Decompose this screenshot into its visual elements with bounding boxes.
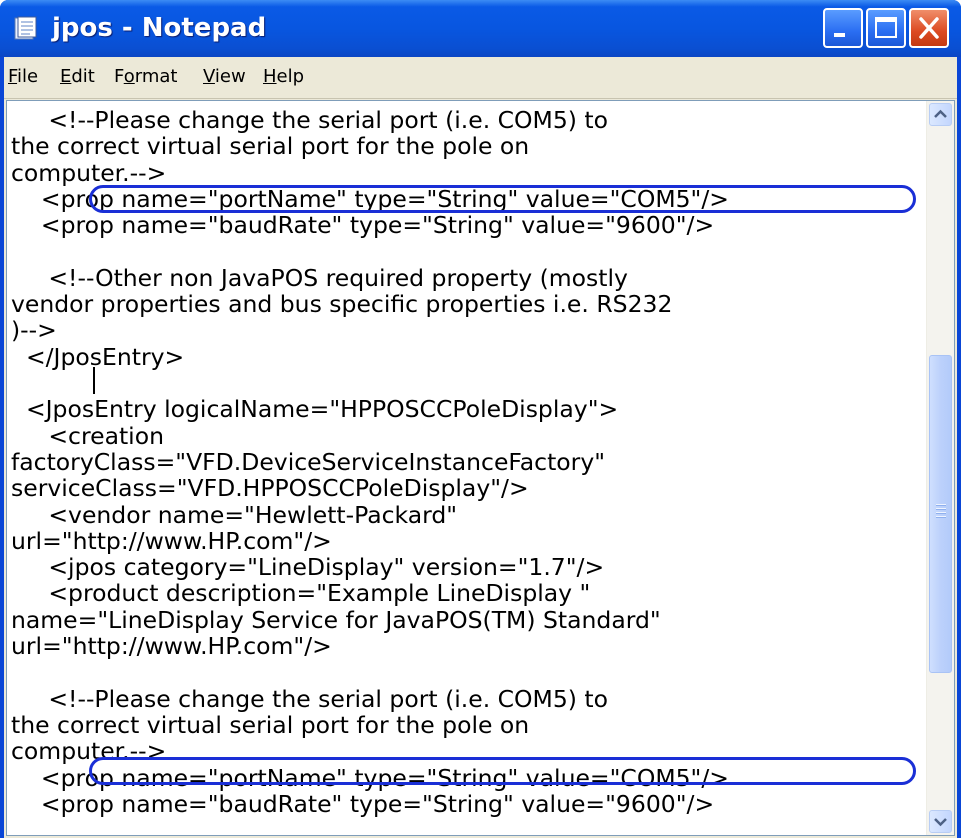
text-line: </JposEntry> bbox=[11, 343, 185, 371]
text-line: <!--Other non JavaPOS required property … bbox=[11, 264, 628, 292]
text-line: vendor properties and bus specific prope… bbox=[11, 290, 673, 318]
text-line: factoryClass="VFD.DeviceServiceInstanceF… bbox=[11, 448, 606, 476]
menu-file[interactable]: File bbox=[8, 66, 38, 88]
scroll-thumb[interactable] bbox=[929, 355, 952, 673]
text-line: the correct virtual serial port for the … bbox=[11, 711, 530, 739]
grip-line bbox=[936, 512, 946, 514]
text-line: <prop name="baudRate" type="String" valu… bbox=[11, 211, 715, 239]
menu-help[interactable]: Help bbox=[263, 66, 304, 88]
vertical-scrollbar[interactable] bbox=[926, 101, 954, 835]
text-line: )--> bbox=[11, 316, 57, 344]
highlight-ellipse-top bbox=[89, 185, 916, 213]
text-editor[interactable]: <!--Please change the serial port (i.e. … bbox=[6, 100, 955, 836]
text-line: <vendor name="Hewlett-Packard" bbox=[11, 501, 458, 529]
title-bar[interactable]: jpos - Notepad bbox=[0, 0, 961, 57]
minimize-button[interactable] bbox=[823, 8, 863, 48]
menu-edit[interactable]: Edit bbox=[60, 66, 95, 88]
text-line: <product description="Example LineDispla… bbox=[11, 579, 591, 607]
maximize-icon bbox=[875, 17, 897, 38]
text-line: the correct virtual serial port for the … bbox=[11, 132, 530, 160]
text-line: <prop name="baudRate" type="String" valu… bbox=[11, 790, 715, 818]
close-button[interactable] bbox=[909, 8, 949, 48]
text-line: <creation bbox=[11, 422, 164, 450]
text-line: <jpos category="LineDisplay" version="1.… bbox=[11, 553, 605, 581]
highlight-ellipse-bottom bbox=[89, 757, 916, 785]
scroll-up-button[interactable] bbox=[929, 103, 952, 126]
arrow-down-icon bbox=[934, 818, 947, 827]
text-line: url="http://www.HP.com"/> bbox=[11, 632, 332, 660]
close-icon bbox=[919, 17, 939, 39]
text-line: serviceClass="VFD.HPPOSCCPoleDisplay"/> bbox=[11, 474, 529, 502]
text-line: name="LineDisplay Service for JavaPOS(TM… bbox=[11, 606, 661, 634]
menu-format[interactable]: Format bbox=[114, 66, 177, 88]
window-title: jpos - Notepad bbox=[52, 13, 267, 43]
text-line: <!--Please change the serial port (i.e. … bbox=[11, 685, 609, 713]
text-line: <!--Please change the serial port (i.e. … bbox=[11, 107, 609, 134]
menu-bar: File Edit Format View Help bbox=[4, 57, 957, 99]
maximize-button[interactable] bbox=[866, 8, 906, 48]
arrow-up-icon bbox=[934, 109, 947, 118]
grip-line bbox=[936, 508, 946, 510]
grip-line bbox=[936, 504, 946, 506]
text-content[interactable]: <!--Please change the serial port (i.e. … bbox=[11, 107, 926, 835]
menu-view[interactable]: View bbox=[203, 66, 246, 88]
scroll-down-button[interactable] bbox=[929, 810, 952, 833]
text-caret bbox=[93, 367, 95, 394]
window-frame: File Edit Format View Help <!--Please ch… bbox=[4, 57, 957, 838]
minimize-icon bbox=[834, 33, 845, 37]
grip-line bbox=[936, 516, 946, 518]
text-line: computer.--> bbox=[11, 159, 167, 187]
text-line: url="http://www.HP.com"/> bbox=[11, 527, 332, 555]
notepad-window: jpos - Notepad File Edit Format View Hel… bbox=[0, 0, 961, 838]
notepad-icon[interactable] bbox=[12, 15, 38, 41]
text-line: <JposEntry logicalName="HPPOSCCPoleDispl… bbox=[11, 395, 619, 423]
